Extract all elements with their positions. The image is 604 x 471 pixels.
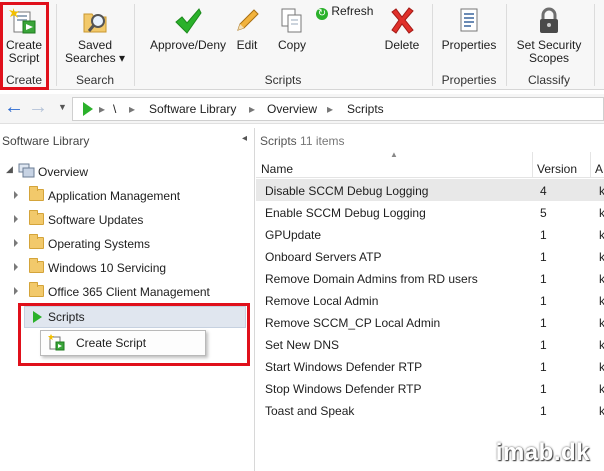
results-count: 11 items xyxy=(300,134,345,148)
watermark: imab.dk xyxy=(495,439,590,466)
back-arrow-icon[interactable]: ← xyxy=(4,96,24,119)
folder-icon xyxy=(29,282,44,297)
table-row[interactable]: Onboard Servers ATP 1 k xyxy=(256,245,604,267)
copy-button[interactable]: Copy xyxy=(274,6,310,52)
column-divider[interactable] xyxy=(532,152,533,178)
properties-button[interactable]: Properties xyxy=(437,6,501,52)
ribbon-group-scripts: Approve/Deny Edit Copy ↻ Refresh Delete … xyxy=(136,0,430,90)
folder-icon xyxy=(29,186,44,201)
edit-button[interactable]: Edit xyxy=(232,6,262,52)
group-label-classify: Classify xyxy=(527,73,570,87)
tree-item-overview[interactable]: ◢ Overview xyxy=(0,161,250,183)
column-header-name[interactable]: Name xyxy=(261,162,293,176)
expand-arrow-icon[interactable] xyxy=(14,191,18,199)
ribbon-group-properties: Properties Properties xyxy=(434,0,504,90)
tree-item-windows-10-servicing[interactable]: Windows 10 Servicing xyxy=(0,257,250,279)
saved-searches-button[interactable]: Saved Searches ▾ xyxy=(62,6,128,65)
tree-item-application-management[interactable]: Application Management xyxy=(0,185,250,207)
table-row[interactable]: Disable SCCM Debug Logging 4 k xyxy=(256,179,604,201)
saved-searches-icon xyxy=(83,13,107,33)
delete-x-icon xyxy=(391,7,414,34)
group-label-scripts: Scripts xyxy=(264,73,302,87)
navigation-pane: Software Library ◂ ◢ Overview Applicatio… xyxy=(0,128,255,471)
refresh-button[interactable]: ↻ Refresh xyxy=(316,5,378,20)
ribbon-separator xyxy=(506,4,507,86)
delete-button[interactable]: Delete xyxy=(382,6,422,52)
table-row[interactable]: Remove Local Admin 1 k xyxy=(256,289,604,311)
results-pane-title: Scripts 11 items xyxy=(260,134,345,148)
ribbon-separator xyxy=(56,4,57,86)
expand-arrow-icon[interactable] xyxy=(14,263,18,271)
table-row[interactable]: Remove SCCM_CP Local Admin 1 k xyxy=(256,311,604,333)
breadcrumb-overview[interactable]: Overview xyxy=(267,102,317,116)
create-highlight-box xyxy=(0,2,49,90)
set-security-scopes-button[interactable]: Set Security Scopes xyxy=(512,6,586,65)
breadcrumb-software-library[interactable]: Software Library xyxy=(149,102,236,116)
padlock-icon xyxy=(540,7,558,33)
ribbon-group-classify: Set Security Scopes Classify xyxy=(508,0,590,90)
ribbon-separator xyxy=(594,4,595,86)
collapse-pane-icon[interactable]: ◂ xyxy=(242,133,247,144)
navigation-pane-title: Software Library xyxy=(2,134,90,148)
expand-arrow-icon[interactable] xyxy=(14,215,18,223)
checkmark-icon xyxy=(175,8,202,34)
breadcrumb-scripts[interactable]: Scripts xyxy=(347,102,384,116)
ribbon-separator xyxy=(432,4,433,86)
breadcrumb-root[interactable]: \ xyxy=(113,102,116,116)
expand-arrow-icon[interactable] xyxy=(14,239,18,247)
results-title: Scripts xyxy=(260,134,297,148)
table-row[interactable]: Start Windows Defender RTP 1 k xyxy=(256,355,604,377)
column-divider[interactable] xyxy=(590,152,591,178)
ribbon-group-search: Saved Searches ▾ Search xyxy=(58,0,132,90)
breadcrumb-chevron: ▸ xyxy=(327,102,334,116)
forward-arrow-icon[interactable]: → xyxy=(28,96,48,119)
group-label-search: Search xyxy=(75,73,115,87)
pencil-icon xyxy=(237,9,259,31)
breadcrumb-chevron: ▸ xyxy=(99,102,106,116)
approve-deny-button[interactable]: Approve/Deny xyxy=(140,6,236,52)
table-row[interactable]: Enable SCCM Debug Logging 5 k xyxy=(256,201,604,223)
breadcrumb[interactable]: ▸ \ ▸ Software Library ▸ Overview ▸ Scri… xyxy=(72,97,604,121)
expanded-arrow-icon[interactable]: ◢ xyxy=(6,164,13,175)
grid-header: ▲ Name Version A xyxy=(256,150,604,178)
table-row[interactable]: Stop Windows Defender RTP 1 k xyxy=(256,377,604,399)
table-row[interactable]: GPUpdate 1 k xyxy=(256,223,604,245)
folder-icon xyxy=(29,210,44,225)
tree-item-operating-systems[interactable]: Operating Systems xyxy=(0,233,250,255)
ribbon: Create Script Create Saved Searches ▾ Se… xyxy=(0,0,604,90)
column-header-version[interactable]: Version xyxy=(537,162,577,176)
table-row[interactable]: Toast and Speak 1 k xyxy=(256,399,604,421)
tree-item-software-updates[interactable]: Software Updates xyxy=(0,209,250,231)
history-dropdown-icon[interactable]: ▼ xyxy=(58,102,67,112)
refresh-icon: ↻ xyxy=(316,8,328,20)
tree-item-office-365-client-management[interactable]: Office 365 Client Management xyxy=(0,281,250,303)
folder-icon xyxy=(29,234,44,249)
properties-icon xyxy=(460,8,478,32)
folder-icon xyxy=(29,258,44,273)
ribbon-separator xyxy=(134,4,135,86)
scripts-highlight-box xyxy=(18,303,250,366)
expand-arrow-icon[interactable] xyxy=(14,287,18,295)
table-row[interactable]: Remove Domain Admins from RD users 1 k xyxy=(256,267,604,289)
table-row[interactable]: Set New DNS 1 k xyxy=(256,333,604,355)
console-root-icon xyxy=(83,102,93,116)
column-header-approval[interactable]: A xyxy=(595,162,603,176)
breadcrumb-chevron: ▸ xyxy=(129,102,136,116)
breadcrumb-chevron: ▸ xyxy=(249,102,256,116)
copy-icon xyxy=(281,8,302,33)
overview-icon xyxy=(18,163,35,178)
sort-arrow-icon: ▲ xyxy=(390,150,398,159)
address-bar: ← → ▼ ▸ \ ▸ Software Library ▸ Overview … xyxy=(0,94,604,124)
group-label-properties: Properties xyxy=(441,73,497,87)
